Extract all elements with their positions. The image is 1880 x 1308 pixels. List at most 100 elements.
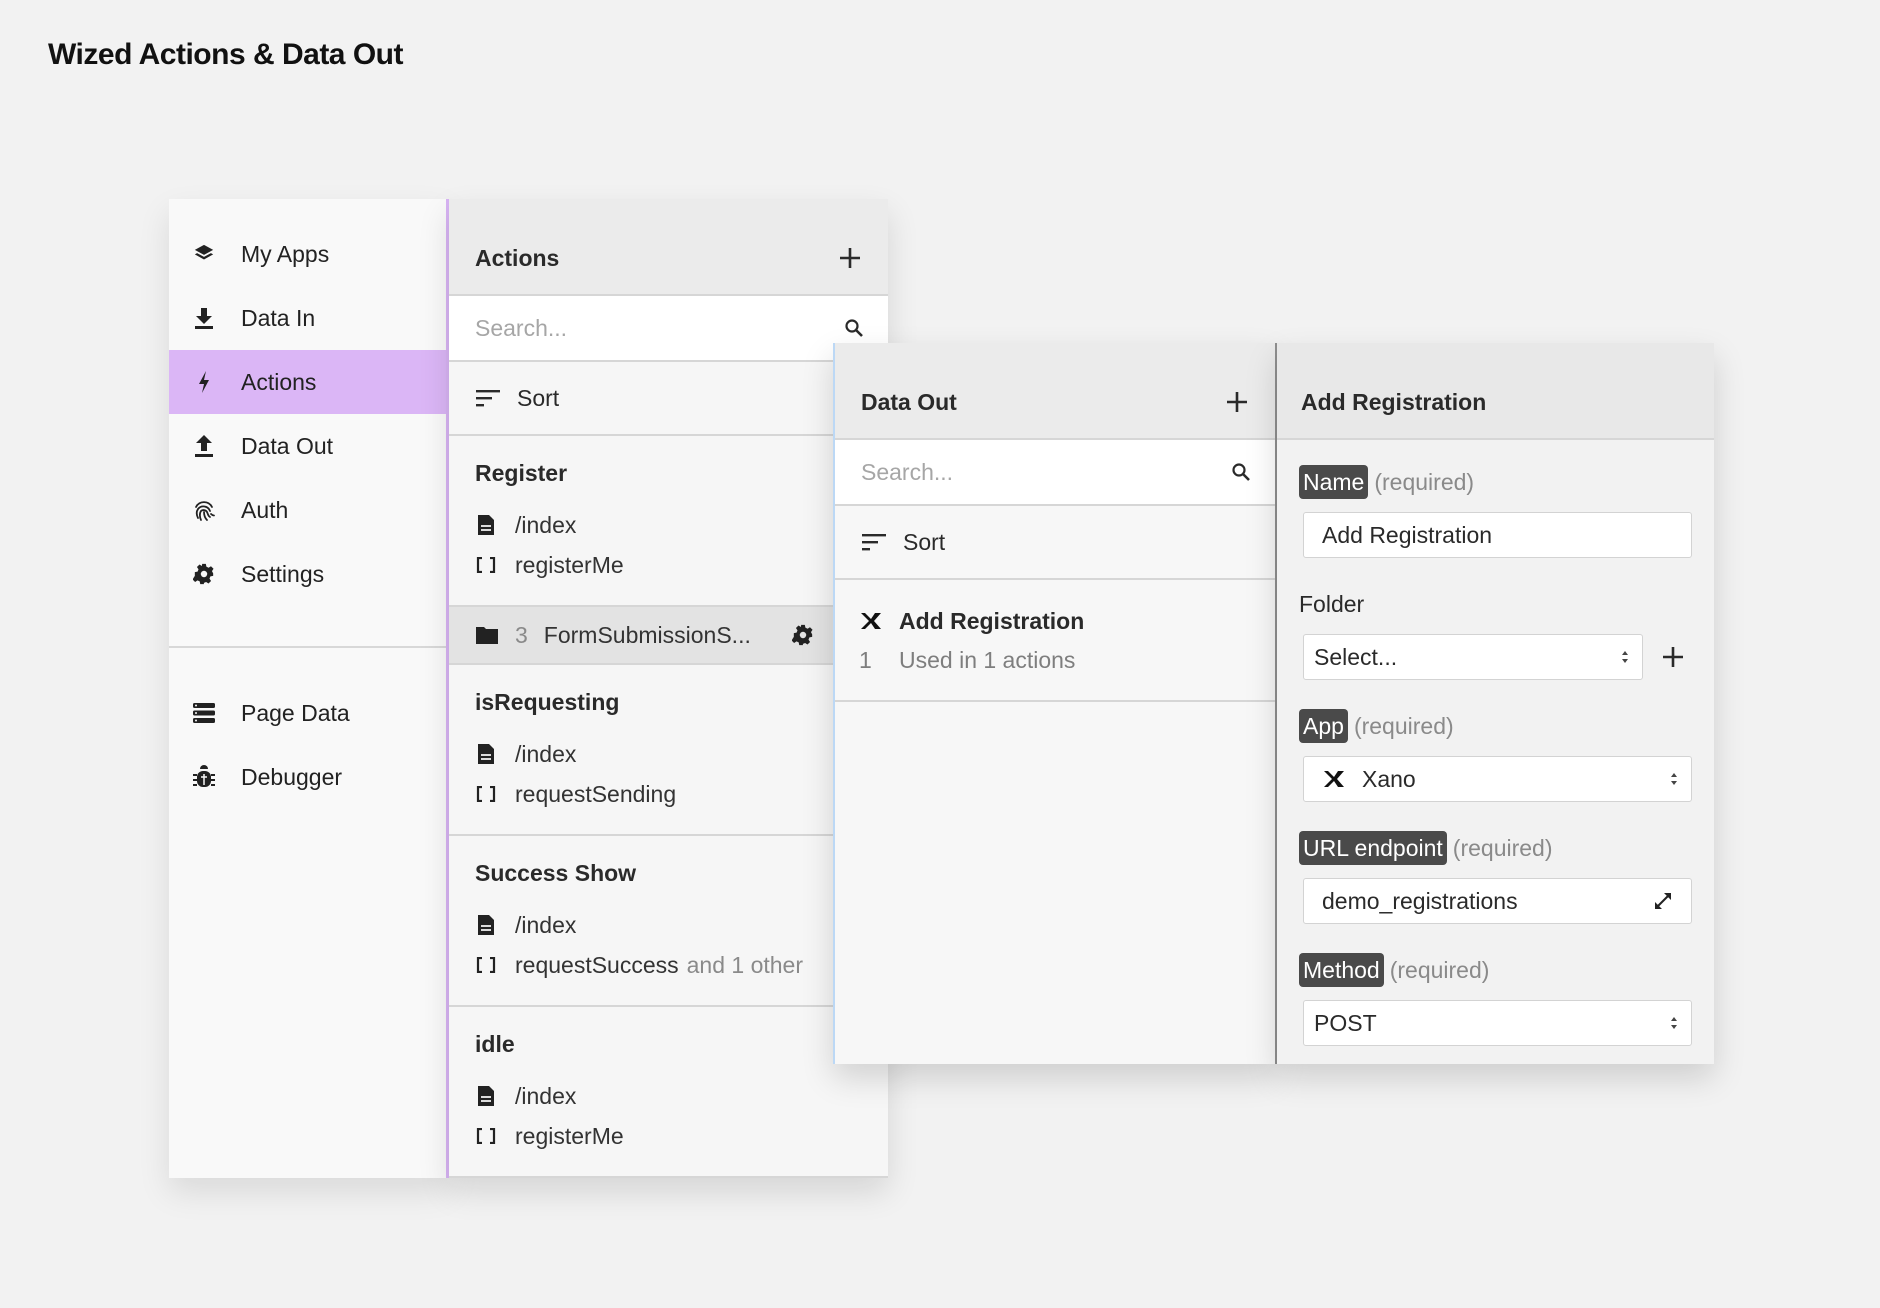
- detail-panel: Add Registration Name (required) Folder …: [1277, 343, 1714, 1064]
- app-select-value: Xano: [1362, 765, 1416, 792]
- method-select[interactable]: POST: [1303, 1000, 1692, 1046]
- action-group-register[interactable]: Register /index registerMe: [449, 436, 888, 607]
- dataout-search: [835, 440, 1275, 506]
- dataout-item-name: Add Registration: [899, 607, 1085, 634]
- action-variable: registerMe: [515, 1122, 624, 1149]
- layers-icon: [191, 241, 217, 267]
- url-endpoint-field[interactable]: [1322, 887, 1651, 915]
- sidebar-item-label: Settings: [241, 560, 325, 587]
- download-icon: [191, 305, 217, 331]
- app-select[interactable]: Xano: [1303, 756, 1692, 802]
- action-group-title: idle: [475, 1031, 515, 1057]
- dataout-item-usage: Used in 1 actions: [899, 646, 1076, 673]
- action-group-success-show[interactable]: Success Show /index requestSuccess and 1…: [449, 836, 888, 1007]
- lightning-icon: [191, 369, 217, 395]
- dataout-search-input[interactable]: [861, 458, 1161, 486]
- sidebar-item-label: My Apps: [241, 240, 330, 267]
- actions-sort-button[interactable]: Sort: [449, 362, 888, 436]
- select-arrows-icon: [1620, 648, 1630, 666]
- action-group-title: isRequesting: [475, 689, 620, 715]
- variable-icon: [475, 953, 497, 977]
- action-folder[interactable]: 3 FormSubmissionS...: [449, 607, 888, 665]
- sidebar: My Apps Data In Actions Data Out Auth Se…: [169, 199, 449, 1178]
- page-icon: [475, 1084, 497, 1108]
- sidebar-item-label: Auth: [241, 496, 289, 523]
- method-select-value: POST: [1314, 1009, 1377, 1036]
- sidebar-divider: [169, 646, 446, 648]
- dataout-header: Data Out: [835, 343, 1275, 440]
- folder-label: Folder: [1299, 586, 1692, 622]
- variable-icon: [475, 553, 497, 577]
- name-field-wrap: [1303, 512, 1692, 558]
- action-group-idle[interactable]: idle /index registerMe: [449, 1007, 888, 1178]
- sidebar-item-auth[interactable]: Auth: [169, 478, 446, 542]
- folder-select[interactable]: Select...: [1303, 634, 1643, 680]
- action-extra: and 1 other: [686, 951, 804, 978]
- database-icon: [191, 700, 217, 726]
- sidebar-item-data-in[interactable]: Data In: [169, 286, 446, 350]
- add-action-button[interactable]: [836, 244, 864, 272]
- sort-label: Sort: [903, 528, 946, 555]
- add-folder-button[interactable]: [1659, 643, 1687, 671]
- page-icon: [475, 742, 497, 766]
- url-label: URL endpoint (required): [1299, 830, 1692, 866]
- actions-search: [449, 296, 888, 362]
- folder-icon: [475, 624, 499, 646]
- dataout-sort-button[interactable]: Sort: [835, 506, 1275, 580]
- expand-icon[interactable]: [1651, 889, 1675, 913]
- action-group-isrequesting[interactable]: isRequesting /index requestSending: [449, 665, 888, 836]
- action-page: /index: [515, 740, 577, 767]
- sort-label: Sort: [517, 384, 560, 411]
- detail-title: Add Registration: [1301, 389, 1487, 415]
- sort-icon: [861, 532, 887, 552]
- sidebar-item-debugger[interactable]: Debugger: [169, 745, 446, 809]
- dataout-panel: Data Out Sort Add Registration 1 Used in…: [833, 343, 1275, 1064]
- xano-icon: [859, 610, 883, 632]
- sidebar-item-label: Debugger: [241, 763, 343, 790]
- required-hint: (required): [1389, 956, 1490, 983]
- sidebar-item-label: Actions: [241, 368, 317, 395]
- required-hint: (required): [1452, 834, 1553, 861]
- bug-icon: [191, 764, 217, 790]
- gear-icon: [191, 561, 217, 587]
- variable-icon: [475, 1124, 497, 1148]
- plus-icon: [1227, 392, 1247, 412]
- url-field-wrap: [1303, 878, 1692, 924]
- dataout-title: Data Out: [861, 389, 957, 415]
- page-icon: [475, 513, 497, 537]
- sidebar-item-label: Data In: [241, 304, 316, 331]
- sidebar-item-my-apps[interactable]: My Apps: [169, 222, 446, 286]
- plus-icon: [1663, 647, 1683, 667]
- dataout-item-add-registration[interactable]: Add Registration 1 Used in 1 actions: [835, 580, 1275, 702]
- sidebar-item-page-data[interactable]: Page Data: [169, 681, 446, 745]
- page-icon: [475, 913, 497, 937]
- actions-panel: Actions Sort Register /index registerMe …: [449, 199, 888, 1178]
- search-icon[interactable]: [844, 318, 864, 338]
- xano-icon: [1322, 768, 1346, 790]
- sidebar-item-label: Page Data: [241, 699, 350, 726]
- search-icon[interactable]: [1231, 462, 1251, 482]
- required-hint: (required): [1353, 712, 1454, 739]
- actions-search-input[interactable]: [475, 314, 775, 342]
- sidebar-item-label: Data Out: [241, 432, 334, 459]
- folder-name: FormSubmissionS...: [543, 621, 751, 648]
- gear-icon: [792, 624, 813, 646]
- action-group-title: Success Show: [475, 860, 637, 886]
- dataout-form: Name (required) Folder Select... App (re…: [1277, 440, 1714, 1046]
- sidebar-item-actions[interactable]: Actions: [169, 350, 446, 414]
- actions-title: Actions: [475, 245, 560, 271]
- sidebar-item-data-out[interactable]: Data Out: [169, 414, 446, 478]
- name-field[interactable]: [1322, 521, 1675, 549]
- folder-label-text: Folder: [1299, 590, 1365, 617]
- dataout-item-index: 1: [859, 646, 872, 673]
- action-page: /index: [515, 511, 577, 538]
- detail-header: Add Registration: [1277, 343, 1714, 440]
- action-variable: requestSending: [515, 780, 677, 807]
- url-tag: URL endpoint: [1299, 831, 1447, 865]
- action-page: /index: [515, 1082, 577, 1109]
- sidebar-item-settings[interactable]: Settings: [169, 542, 446, 606]
- add-dataout-button[interactable]: [1223, 388, 1251, 416]
- app-tag: App: [1299, 709, 1348, 743]
- action-page: /index: [515, 911, 577, 938]
- folder-settings-button[interactable]: [790, 622, 816, 648]
